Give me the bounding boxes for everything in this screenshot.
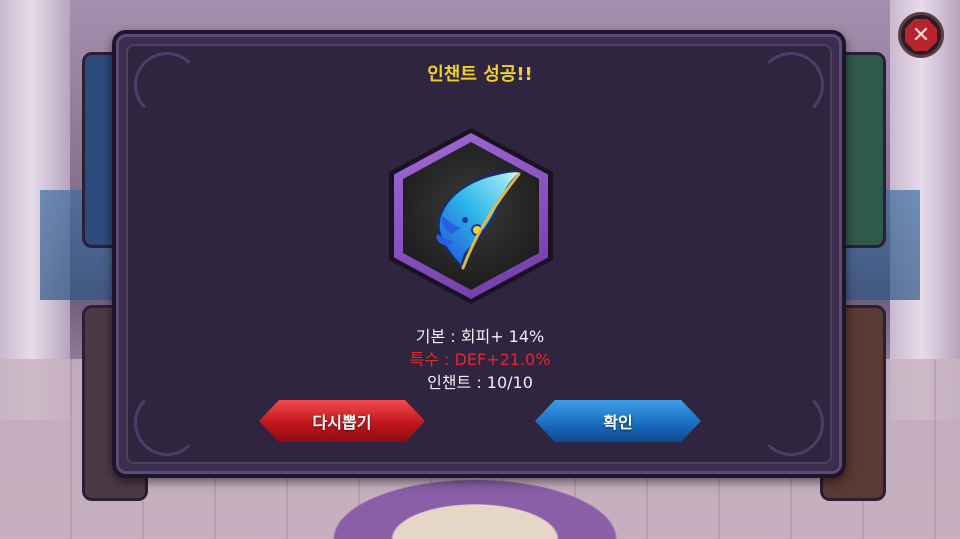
close-icon: ✕ <box>905 19 937 51</box>
corner-ornament <box>758 390 824 456</box>
confirm-button-label: 확인 <box>603 413 633 432</box>
close-button[interactable]: ✕ <box>898 12 944 58</box>
item-stats: 기본 : 회피+ 14% 특수 : DEF+21.0% 인챈트 : 10/10 <box>0 325 960 394</box>
item-slot <box>403 142 539 290</box>
stat-enchant-level: 인챈트 : 10/10 <box>427 373 533 392</box>
background-character <box>310 470 640 539</box>
stat-basic: 기본 : 회피+ 14% <box>415 327 545 346</box>
redraw-button[interactable]: 다시뽑기 <box>259 400 425 442</box>
blue-feather-icon <box>436 170 524 270</box>
redraw-button-label: 다시뽑기 <box>312 413 372 432</box>
corner-ornament <box>134 390 200 456</box>
dialog-title: 인챈트 성공!! <box>427 64 533 85</box>
confirm-button[interactable]: 확인 <box>535 400 701 442</box>
stat-special: 특수 : DEF+21.0% <box>409 350 551 369</box>
